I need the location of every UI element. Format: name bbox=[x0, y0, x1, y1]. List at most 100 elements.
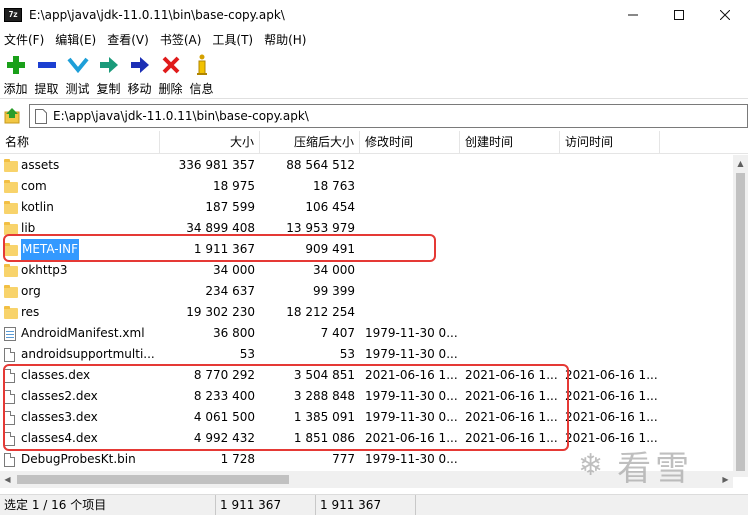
vertical-scrollbar[interactable]: ▲ bbox=[733, 155, 748, 477]
menu-bookmarks[interactable]: 书签(A) bbox=[156, 31, 209, 48]
folder-icon bbox=[4, 264, 18, 277]
cell-created bbox=[460, 449, 560, 470]
cell-size: 1 728 bbox=[220, 452, 255, 466]
window-controls bbox=[610, 0, 748, 29]
scroll-left-icon[interactable]: ◀ bbox=[0, 471, 15, 488]
cell-modified bbox=[360, 176, 460, 197]
highlight-classes-dex bbox=[3, 364, 569, 451]
cell-size: 36 800 bbox=[213, 326, 255, 340]
file-icon bbox=[4, 452, 15, 467]
row-name-text: AndroidManifest.xml bbox=[21, 326, 145, 340]
column-header-packed-size[interactable]: 压缩后大小 bbox=[260, 131, 360, 154]
list-row[interactable]: assets 336 981 357 88 564 512 bbox=[0, 155, 733, 176]
cell-modified bbox=[360, 281, 460, 302]
extract-button[interactable]: 提取 bbox=[31, 49, 62, 98]
cell-name: okhttp3 bbox=[0, 260, 160, 281]
cell-packed-size: 777 bbox=[332, 452, 355, 466]
status-selection: 选定 1 / 16 个项目 bbox=[0, 494, 216, 515]
extract-label: 提取 bbox=[34, 82, 59, 96]
copy-button[interactable]: 复制 bbox=[93, 49, 124, 98]
folder-icon bbox=[4, 201, 18, 214]
menu-file[interactable]: 文件(F) bbox=[0, 31, 51, 48]
cell-modified bbox=[360, 302, 460, 323]
cell-modified: 1979-11-30 0... bbox=[365, 347, 458, 361]
list-row[interactable]: kotlin 187 599 106 454 bbox=[0, 197, 733, 218]
delete-button[interactable]: 删除 bbox=[155, 49, 186, 98]
cell-packed-size: 34 000 bbox=[313, 263, 355, 277]
list-row[interactable]: AndroidManifest.xml 36 800 7 407 1979-11-30… bbox=[0, 323, 733, 344]
cell-created bbox=[460, 281, 560, 302]
cell-accessed bbox=[560, 218, 660, 239]
cell-packed-size: 106 454 bbox=[305, 200, 355, 214]
list-row[interactable]: org 234 637 99 399 bbox=[0, 281, 733, 302]
cell-accessed bbox=[560, 260, 660, 281]
cell-created bbox=[460, 239, 560, 260]
cell-packed-size: 18 763 bbox=[313, 179, 355, 193]
folder-icon bbox=[4, 159, 18, 172]
cell-size: 336 981 357 bbox=[178, 158, 255, 172]
column-header-name[interactable]: 名称 bbox=[0, 131, 160, 154]
move-arrow-icon bbox=[127, 53, 153, 77]
delete-label: 删除 bbox=[158, 82, 183, 96]
menu-tools[interactable]: 工具(T) bbox=[208, 31, 260, 48]
move-button[interactable]: 移动 bbox=[124, 49, 155, 98]
cell-accessed bbox=[560, 197, 660, 218]
address-bar: E:\app\java\jdk-11.0.11\bin\base-copy.ap… bbox=[0, 102, 748, 129]
cell-name: kotlin bbox=[0, 197, 160, 218]
column-header-accessed[interactable]: 访问时间 bbox=[560, 131, 660, 154]
cell-modified: 1979-11-30 0... bbox=[365, 326, 458, 340]
cell-created bbox=[460, 197, 560, 218]
cell-created bbox=[460, 302, 560, 323]
maximize-button[interactable] bbox=[656, 0, 702, 29]
toolbar: 添加 提取 测试 复制 移动 删除 信息 bbox=[0, 49, 748, 99]
cell-size: 34 000 bbox=[213, 263, 255, 277]
cell-accessed bbox=[560, 281, 660, 302]
watermark: ❄ 看雪 bbox=[578, 440, 738, 490]
cell-created bbox=[460, 323, 560, 344]
menu-edit[interactable]: 编辑(E) bbox=[51, 31, 103, 48]
cell-accessed bbox=[560, 344, 660, 365]
folder-up-icon[interactable] bbox=[2, 105, 24, 127]
column-header-created[interactable]: 创建时间 bbox=[460, 131, 560, 154]
list-row[interactable]: com 18 975 18 763 bbox=[0, 176, 733, 197]
cell-name: com bbox=[0, 176, 160, 197]
list-header: 名称 大小 压缩后大小 修改时间 创建时间 访问时间 bbox=[0, 131, 748, 154]
cell-name: androidsupportmulti... bbox=[0, 344, 160, 365]
cell-created bbox=[460, 176, 560, 197]
list-row[interactable]: res 19 302 230 18 212 254 bbox=[0, 302, 733, 323]
menu-help[interactable]: 帮助(H) bbox=[260, 31, 313, 48]
minimize-icon bbox=[628, 14, 638, 15]
info-button[interactable]: 信息 bbox=[186, 49, 217, 98]
window-title: E:\app\java\jdk-11.0.11\bin\base-copy.ap… bbox=[29, 7, 285, 22]
7zip-app-icon: 7z bbox=[4, 7, 22, 22]
cell-modified: 1979-11-30 0... bbox=[365, 452, 458, 466]
info-label: 信息 bbox=[189, 82, 214, 96]
cell-size: 53 bbox=[239, 347, 255, 361]
test-label: 测试 bbox=[65, 82, 90, 96]
path-field[interactable]: E:\app\java\jdk-11.0.11\bin\base-copy.ap… bbox=[29, 104, 748, 128]
cell-name: AndroidManifest.xml bbox=[0, 323, 160, 344]
column-header-modified[interactable]: 修改时间 bbox=[360, 131, 460, 154]
scroll-up-icon[interactable]: ▲ bbox=[733, 155, 748, 171]
column-header-size[interactable]: 大小 bbox=[160, 131, 260, 154]
cell-size: 19 302 230 bbox=[186, 305, 255, 319]
row-name-text: androidsupportmulti... bbox=[21, 347, 155, 361]
list-row[interactable]: androidsupportmulti... 53 53 1979-11-30 0..… bbox=[0, 344, 733, 365]
xml-file-icon bbox=[4, 326, 16, 341]
plus-icon bbox=[3, 53, 29, 77]
close-button[interactable] bbox=[702, 0, 748, 29]
minimize-button[interactable] bbox=[610, 0, 656, 29]
row-name-text: DebugProbesKt.bin bbox=[21, 452, 136, 466]
menu-view[interactable]: 查看(V) bbox=[103, 31, 156, 48]
cell-size: 234 637 bbox=[205, 284, 255, 298]
test-button[interactable]: 测试 bbox=[62, 49, 93, 98]
horizontal-scroll-thumb[interactable] bbox=[17, 475, 289, 484]
watermark-text: 看雪 bbox=[617, 448, 694, 489]
cell-accessed: 2021-06-16 1... bbox=[565, 368, 658, 382]
list-row[interactable]: okhttp3 34 000 34 000 bbox=[0, 260, 733, 281]
add-button[interactable]: 添加 bbox=[0, 49, 31, 98]
cell-packed-size: 99 399 bbox=[313, 284, 355, 298]
cell-packed-size: 7 407 bbox=[320, 326, 355, 340]
vertical-scroll-thumb[interactable] bbox=[736, 173, 745, 471]
row-name-text: okhttp3 bbox=[21, 263, 68, 277]
